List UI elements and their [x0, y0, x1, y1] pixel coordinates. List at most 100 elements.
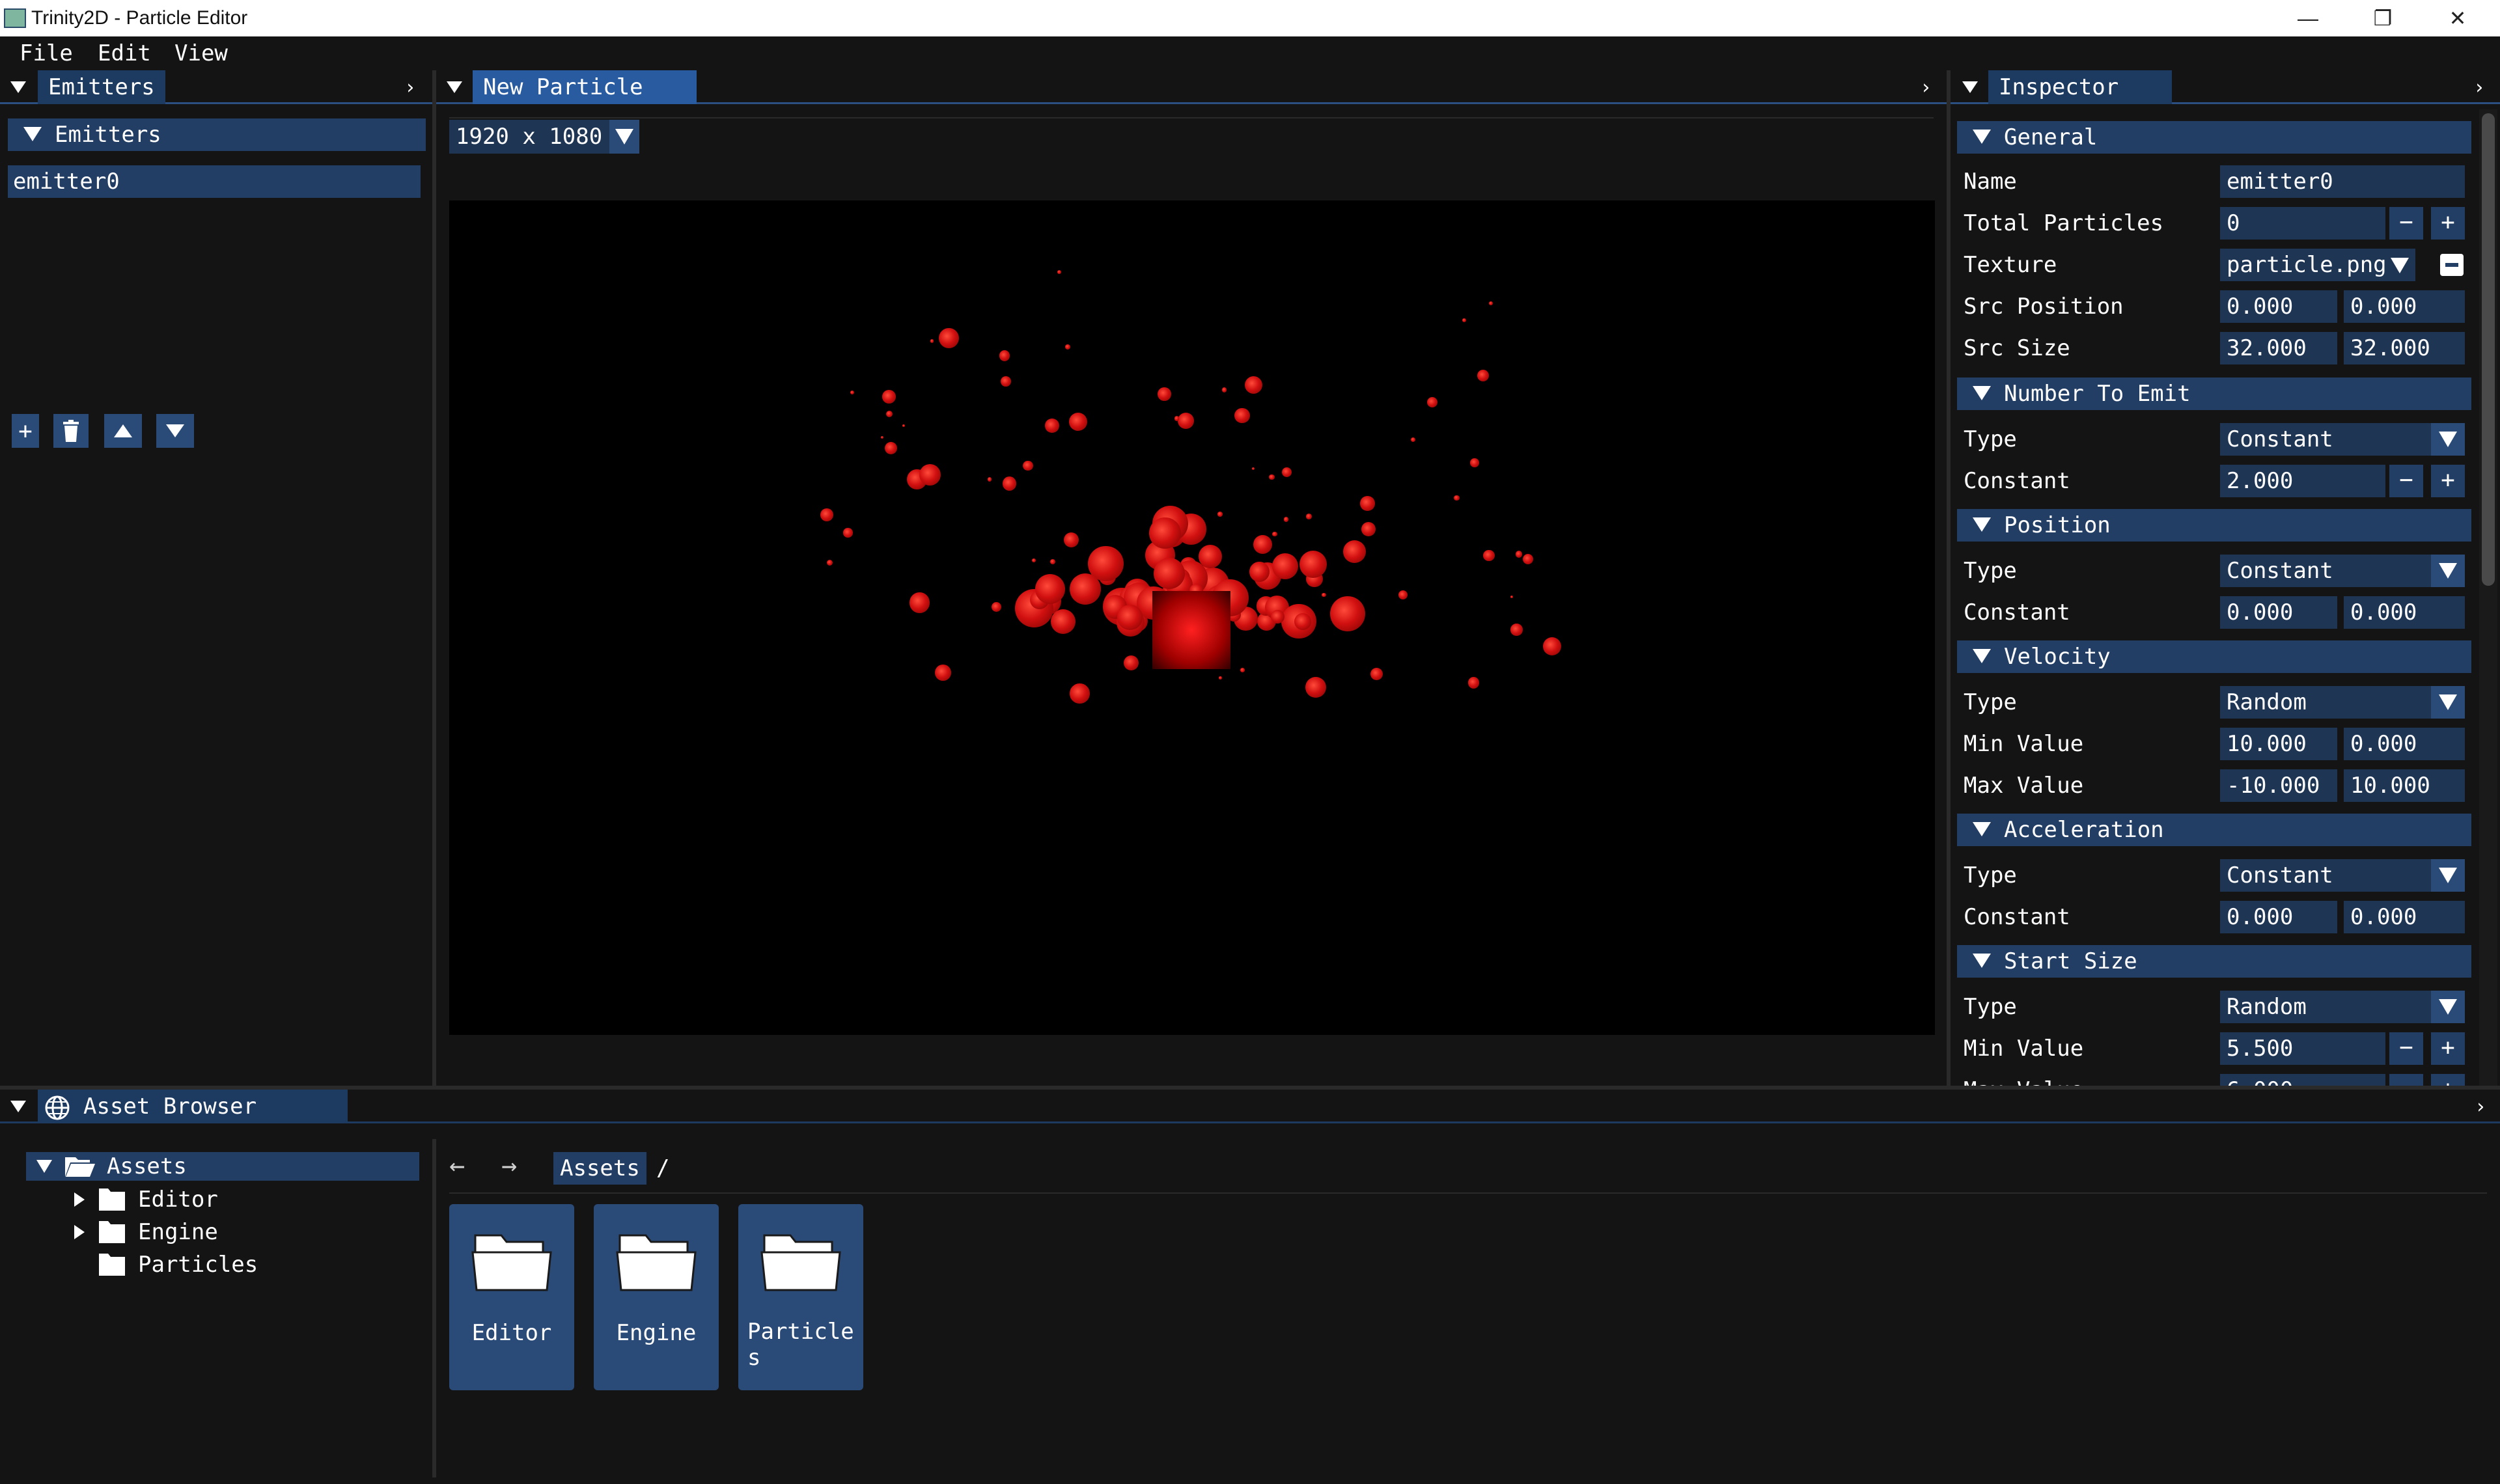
asset-browser-tabbar: Asset Browser › [0, 1090, 2500, 1123]
delete-emitter-button[interactable] [53, 414, 89, 448]
emit-increment-button[interactable]: + [2431, 465, 2465, 497]
chevron-right-icon[interactable]: › [397, 70, 423, 104]
velocity-max-y-field[interactable]: 10.000 [2344, 769, 2465, 802]
inspector-panel: Inspector › General Name emitter0 Total … [1951, 70, 2500, 1086]
emitters-section-header[interactable]: Emitters [8, 118, 426, 151]
start-size-type-select[interactable]: Random [2220, 991, 2465, 1023]
particle-system [449, 200, 1935, 1035]
tree-item-assets[interactable]: Assets [26, 1152, 419, 1181]
resolution-dropdown-button[interactable] [609, 120, 639, 154]
forward-button[interactable]: → [501, 1149, 517, 1182]
particle [1470, 458, 1479, 467]
restore-button[interactable]: ❐ [2347, 0, 2419, 36]
acceleration-type-select[interactable]: Constant [2220, 859, 2465, 892]
tree-item-engine[interactable]: Engine [59, 1217, 410, 1247]
section-position[interactable]: Position [1957, 509, 2471, 542]
position-x-field[interactable]: 0.000 [2220, 596, 2337, 629]
tree-item-editor[interactable]: Editor [59, 1185, 410, 1215]
emit-constant-label: Constant [1964, 468, 2070, 494]
acceleration-x-field[interactable]: 0.000 [2220, 901, 2337, 933]
particle [935, 665, 951, 681]
emit-constant-field[interactable]: 2.000 [2220, 465, 2385, 497]
particle [909, 592, 930, 613]
panel-menu-icon[interactable] [5, 70, 31, 104]
emit-type-select[interactable]: Constant [2220, 423, 2465, 456]
particle [1462, 318, 1467, 323]
start-size-max-field[interactable]: 6.000 [2220, 1074, 2385, 1086]
src-size-y-field[interactable]: 32.000 [2344, 332, 2465, 364]
texture-select[interactable]: particle.png [2220, 249, 2415, 281]
particle [1031, 558, 1036, 562]
chevron-down-icon [2431, 686, 2465, 719]
start-size-max-decrement-button[interactable]: − [2389, 1074, 2423, 1086]
src-size-x-field[interactable]: 32.000 [2220, 332, 2337, 364]
menu-edit[interactable]: Edit [98, 39, 151, 68]
chevron-right-icon[interactable]: › [1913, 70, 1939, 104]
folder-tile-particles[interactable]: Particle s [738, 1204, 863, 1390]
asset-browser-tab-label: Asset Browser [83, 1093, 257, 1120]
resolution-select[interactable]: 1920 x 1080 [449, 120, 639, 154]
total-decrement-button[interactable]: − [2389, 207, 2423, 240]
total-increment-button[interactable]: + [2431, 207, 2465, 240]
particle [1510, 624, 1523, 636]
tree-item-particles[interactable]: Particles [59, 1250, 410, 1280]
window-titlebar: Trinity2D - Particle Editor — ❐ ✕ [0, 0, 2500, 36]
list-item-emitter0[interactable]: emitter0 [8, 165, 421, 198]
tree-label-engine: Engine [138, 1219, 218, 1245]
position-type-select[interactable]: Constant [2220, 555, 2465, 587]
name-field[interactable]: emitter0 [2220, 165, 2465, 198]
section-velocity[interactable]: Velocity [1957, 640, 2471, 673]
section-number-to-emit[interactable]: Number To Emit [1957, 378, 2471, 410]
particle [1294, 612, 1312, 630]
particle [1489, 301, 1493, 305]
src-position-y-field[interactable]: 0.000 [2344, 290, 2465, 323]
scrollbar-thumb[interactable] [2482, 113, 2495, 586]
velocity-min-x-field[interactable]: 10.000 [2220, 728, 2337, 760]
section-acceleration[interactable]: Acceleration [1957, 814, 2471, 846]
move-down-button[interactable] [156, 414, 194, 448]
acceleration-constant-label: Constant [1964, 904, 2070, 930]
arrow-up-icon [114, 424, 132, 437]
close-button[interactable]: ✕ [2422, 0, 2493, 36]
start-size-min-increment-button[interactable]: + [2431, 1032, 2465, 1065]
panel-menu-icon[interactable] [5, 1090, 31, 1123]
total-particles-field[interactable]: 0 [2220, 207, 2385, 240]
position-y-field[interactable]: 0.000 [2344, 596, 2465, 629]
tab-new-particle[interactable]: New Particle [473, 70, 697, 104]
velocity-min-y-field[interactable]: 0.000 [2344, 728, 2465, 760]
panel-menu-icon[interactable] [441, 70, 467, 104]
particle [1272, 531, 1277, 537]
section-general[interactable]: General [1957, 121, 2471, 154]
chevron-down-icon [2431, 991, 2465, 1023]
src-position-x-field[interactable]: 0.000 [2220, 290, 2337, 323]
particle [999, 350, 1010, 361]
acceleration-y-field[interactable]: 0.000 [2344, 901, 2465, 933]
back-button[interactable]: ← [449, 1149, 465, 1182]
tab-asset-browser[interactable]: Asset Browser [38, 1090, 348, 1123]
emit-decrement-button[interactable]: − [2389, 465, 2423, 497]
start-size-max-increment-button[interactable]: + [2431, 1074, 2465, 1086]
section-start-size[interactable]: Start Size [1957, 945, 2471, 978]
emitters-header-label: Emitters [55, 122, 161, 148]
toolbar-divider [449, 117, 1934, 118]
folder-tile-engine[interactable]: Engine [594, 1204, 719, 1390]
move-up-button[interactable] [104, 414, 142, 448]
inspector-scrollbar[interactable] [2479, 109, 2497, 1086]
start-size-min-field[interactable]: 5.500 [2220, 1032, 2385, 1065]
velocity-max-x-field[interactable]: -10.000 [2220, 769, 2337, 802]
menu-view[interactable]: View [174, 39, 228, 68]
asset-splitter[interactable] [432, 1139, 436, 1477]
velocity-type-select[interactable]: Random [2220, 686, 2465, 719]
particle [1329, 596, 1365, 632]
minimize-button[interactable]: — [2272, 0, 2344, 36]
tab-emitters[interactable]: Emitters [38, 70, 165, 104]
chevron-right-icon[interactable]: › [2467, 1090, 2493, 1123]
start-size-min-decrement-button[interactable]: − [2389, 1032, 2423, 1065]
particle-preview-canvas[interactable] [449, 200, 1935, 1035]
menu-file[interactable]: File [20, 39, 73, 68]
add-emitter-button[interactable]: + [12, 414, 39, 448]
texture-clear-button[interactable] [2440, 254, 2464, 276]
folder-tile-editor[interactable]: Editor [449, 1204, 574, 1390]
particle [1251, 467, 1255, 471]
breadcrumb-assets[interactable]: Assets [553, 1152, 646, 1185]
